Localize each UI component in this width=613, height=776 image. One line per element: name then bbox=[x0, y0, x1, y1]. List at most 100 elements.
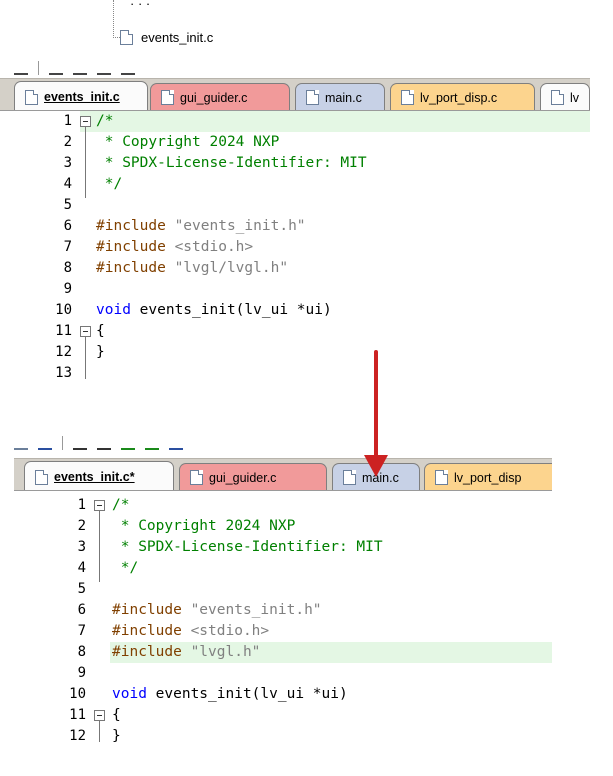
toolbar-icon[interactable] bbox=[14, 63, 28, 75]
code-text: * SPDX-License-Identifier: MIT bbox=[96, 153, 367, 174]
preprocessor-token: #include bbox=[112, 602, 191, 618]
string-token: "lvgl.h" bbox=[190, 644, 261, 660]
code-line[interactable]: 6 #include "events_init.h" bbox=[14, 600, 552, 621]
tab-file[interactable]: lv_port_disp.c bbox=[390, 83, 535, 110]
toolbar-icon[interactable] bbox=[97, 63, 111, 75]
code-line[interactable]: 10 void events_init(lv_ui *ui) bbox=[0, 300, 590, 321]
code-text: */ bbox=[112, 558, 138, 579]
line-number: 3 bbox=[63, 155, 72, 171]
code-text: /* bbox=[96, 111, 113, 132]
code-line[interactable]: 5 bbox=[0, 195, 590, 216]
tab-label: gui_guider.c bbox=[209, 470, 277, 485]
line-number: 5 bbox=[77, 581, 86, 597]
image-icon[interactable] bbox=[169, 438, 183, 450]
bookmark-icon[interactable] bbox=[38, 438, 52, 450]
code-text: void events_init(lv_ui *ui) bbox=[96, 300, 332, 321]
code-line[interactable]: 4 */ bbox=[0, 174, 590, 195]
code-line[interactable]: 2 * Copyright 2024 NXP bbox=[0, 132, 590, 153]
tab-file[interactable]: gui_guider.c bbox=[179, 463, 327, 490]
fold-guide bbox=[85, 127, 86, 198]
code-line[interactable]: 13 bbox=[0, 363, 590, 384]
tab-active[interactable]: events_init.c bbox=[14, 81, 148, 110]
comment-token: */ bbox=[96, 176, 123, 192]
line-number: 9 bbox=[77, 665, 86, 681]
code-text: } bbox=[96, 342, 105, 363]
fold-guide bbox=[99, 511, 100, 582]
toolbar-icon[interactable] bbox=[73, 438, 87, 450]
code-line[interactable]: 3 * SPDX-License-Identifier: MIT bbox=[14, 537, 552, 558]
line-number: 7 bbox=[63, 239, 72, 255]
code-line[interactable]: 5 bbox=[14, 579, 552, 600]
code-line[interactable]: 8 #include "lvgl/lvgl.h" bbox=[0, 258, 590, 279]
line-number: 9 bbox=[63, 281, 72, 297]
code-line[interactable]: 12} bbox=[14, 726, 552, 747]
line-number: 1 bbox=[77, 497, 86, 513]
code-line[interactable]: 7 #include <stdio.h> bbox=[14, 621, 552, 642]
code-line[interactable]: 12} bbox=[0, 342, 590, 363]
code-text: { bbox=[112, 705, 121, 726]
code-text: #include "events_init.h" bbox=[96, 216, 306, 237]
code-line[interactable]: 1 /* bbox=[64, 111, 590, 132]
code-line[interactable]: 3 * SPDX-License-Identifier: MIT bbox=[0, 153, 590, 174]
file-icon bbox=[161, 90, 174, 105]
comment-token: /* bbox=[96, 113, 114, 129]
tab-active[interactable]: events_init.c* bbox=[24, 461, 174, 490]
tab-file[interactable]: gui_guider.c bbox=[150, 83, 290, 110]
line-number: 11 bbox=[55, 323, 72, 339]
tree-item-events-init[interactable]: events_init.c bbox=[120, 28, 213, 46]
line-number: 2 bbox=[63, 134, 72, 150]
identifier-token: events_init(lv_ui *ui) bbox=[146, 686, 348, 702]
file-icon bbox=[25, 89, 38, 105]
tab-file[interactable]: main.c bbox=[295, 83, 385, 110]
comment-token: * Copyright 2024 NXP bbox=[96, 134, 280, 150]
code-editor[interactable]: 1 /* 2 * Copyright 2024 NXP 3 * SPDX-Licens… bbox=[14, 491, 552, 776]
fold-guide bbox=[99, 721, 100, 742]
toolbar-icon[interactable] bbox=[97, 438, 111, 450]
code-text: #include <stdio.h> bbox=[112, 621, 269, 642]
toolbar-icon[interactable] bbox=[73, 63, 87, 75]
preprocessor-token: #include bbox=[112, 644, 191, 660]
tab-bar: events_init.c* gui_guider.c main.c lv_port_… bbox=[14, 458, 552, 491]
fold-toggle-icon[interactable] bbox=[94, 710, 105, 721]
line-number: 6 bbox=[63, 218, 72, 234]
code-text: #include "lvgl/lvgl.h" bbox=[96, 258, 288, 279]
brace-token: } bbox=[96, 344, 105, 360]
code-text: */ bbox=[96, 174, 122, 195]
code-line[interactable]: 10 void events_init(lv_ui *ui) bbox=[14, 684, 552, 705]
brace-token: { bbox=[112, 707, 121, 723]
filter-icon[interactable] bbox=[145, 438, 159, 450]
file-icon bbox=[190, 470, 203, 485]
fold-toggle-icon[interactable] bbox=[80, 326, 91, 337]
toolbar-separator bbox=[38, 61, 39, 75]
toolbar-icon[interactable] bbox=[49, 63, 63, 75]
code-line[interactable]: 7 #include <stdio.h> bbox=[0, 237, 590, 258]
annotation-arrowhead bbox=[364, 455, 388, 477]
preprocessor-token: #include bbox=[112, 623, 191, 639]
toolbar-icon[interactable] bbox=[121, 63, 135, 75]
fold-toggle-icon[interactable] bbox=[94, 500, 105, 511]
tree-connector-h bbox=[113, 37, 120, 38]
download-icon[interactable] bbox=[121, 438, 135, 450]
code-line[interactable]: 2 * Copyright 2024 NXP bbox=[14, 516, 552, 537]
code-line[interactable]: 4 */ bbox=[14, 558, 552, 579]
code-text: /* bbox=[112, 495, 129, 516]
string-token: <stdio.h> bbox=[190, 623, 270, 639]
line-number: 8 bbox=[63, 260, 72, 276]
fold-toggle-icon[interactable] bbox=[80, 116, 91, 127]
tab-file[interactable]: lv_port_disp bbox=[424, 463, 552, 490]
tab-label: lv_port_disp bbox=[454, 470, 522, 485]
code-line[interactable]: 9 bbox=[0, 279, 590, 300]
tab-label: main.c bbox=[325, 90, 362, 105]
tab-label: events_init.c bbox=[44, 90, 120, 104]
tab-file[interactable]: lv bbox=[540, 83, 590, 110]
line-number: 4 bbox=[63, 176, 72, 192]
tab-label: gui_guider.c bbox=[180, 90, 248, 105]
tab-label: lv bbox=[569, 90, 579, 105]
line-number: 10 bbox=[55, 302, 72, 318]
keyword-token: void bbox=[112, 686, 147, 702]
code-line[interactable]: 8 #include "lvgl.h" bbox=[78, 642, 552, 663]
code-line[interactable]: 6 #include "events_init.h" bbox=[0, 216, 590, 237]
chevron-down-icon[interactable] bbox=[14, 438, 28, 450]
code-editor[interactable]: 1/* 2 * Copyright 2024 NXP 3 * SPDX-Licens… bbox=[0, 111, 590, 416]
code-line[interactable]: 9 bbox=[14, 663, 552, 684]
